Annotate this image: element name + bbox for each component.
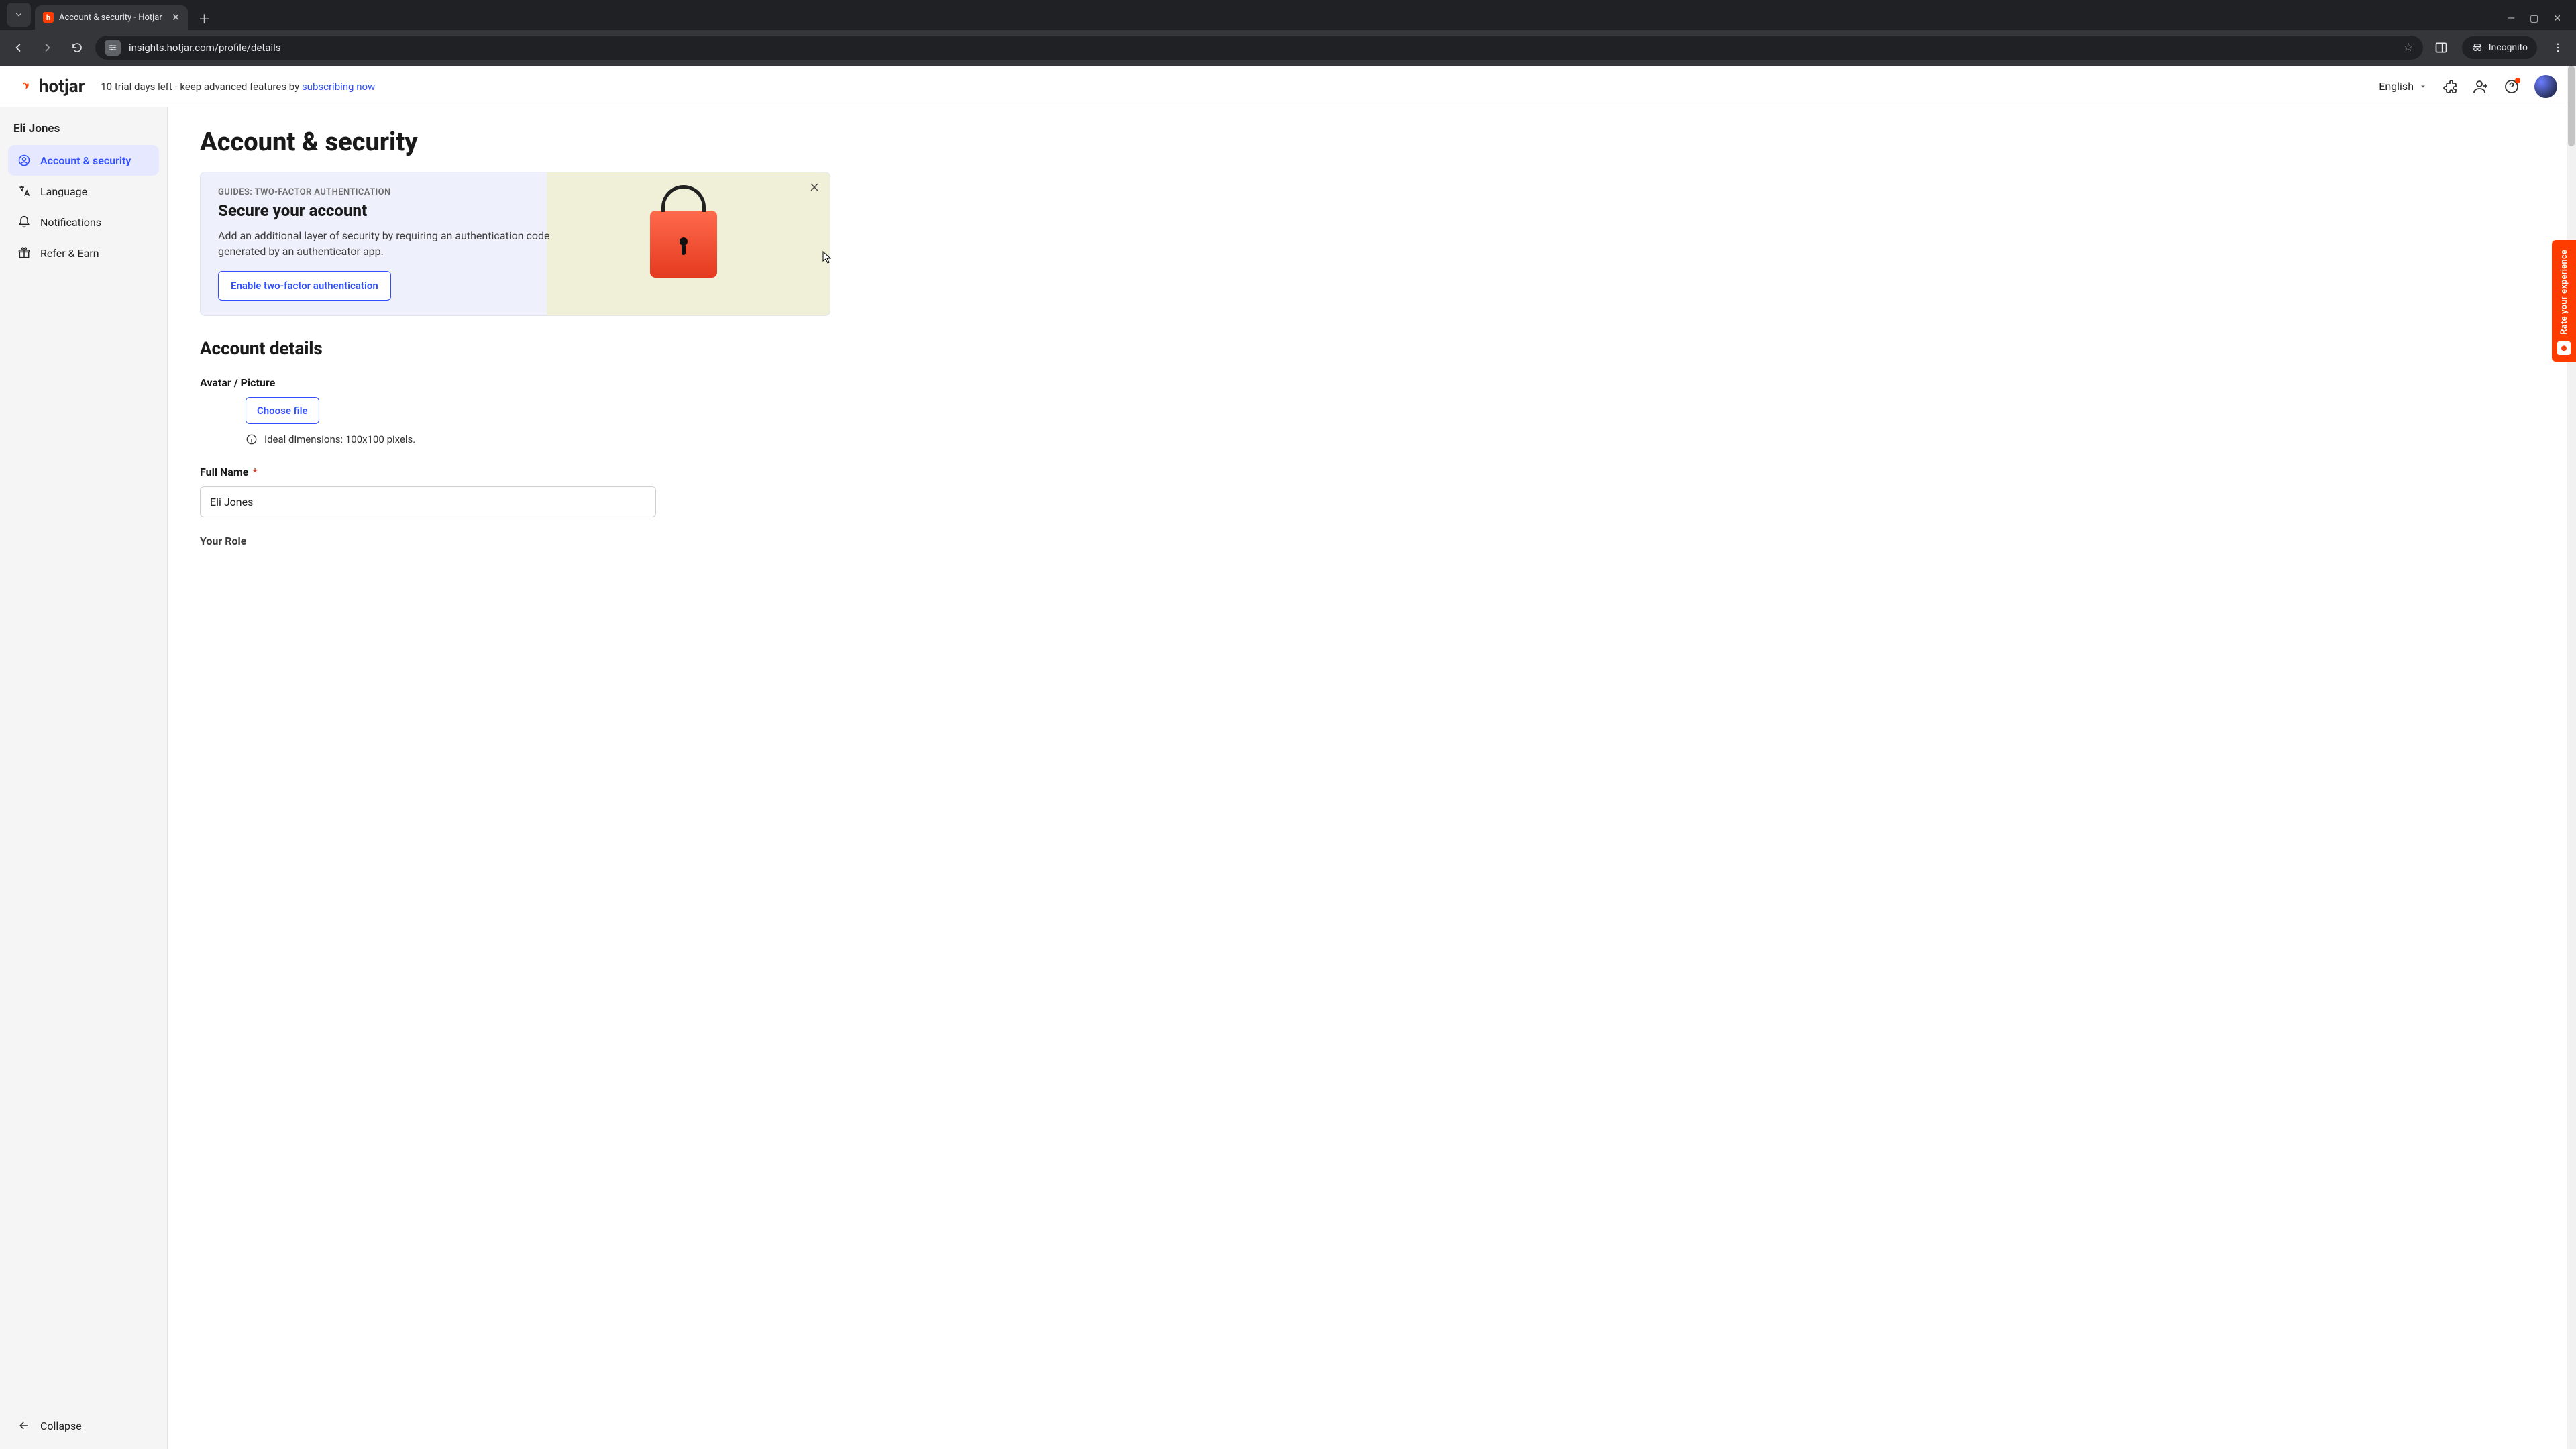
help-button[interactable] (2504, 78, 2520, 95)
browser-menu-button[interactable] (2546, 36, 2569, 59)
avatar-hint-text: Ideal dimensions: 100x100 pixels. (264, 433, 415, 445)
url-text: insights.hotjar.com/profile/details (129, 42, 2395, 54)
language-label: English (2379, 80, 2414, 93)
lock-icon (650, 211, 717, 278)
feedback-label: Rate your experience (2559, 250, 2569, 335)
window-minimize-button[interactable]: ― (2508, 13, 2515, 24)
enable-2fa-button[interactable]: Enable two-factor authentication (218, 271, 391, 301)
promo-close-button[interactable] (808, 180, 820, 197)
two-factor-promo-card: GUIDES: TWO-FACTOR AUTHENTICATION Secure… (200, 172, 830, 316)
window-controls: ― ▢ ✕ (2508, 13, 2571, 30)
panel-icon (2434, 41, 2448, 54)
avatar-hint: Ideal dimensions: 100x100 pixels. (246, 433, 2544, 445)
hotjar-logo[interactable]: hotjar (19, 76, 85, 97)
bookmark-star-button[interactable]: ☆ (2403, 41, 2413, 54)
role-label: Your Role (200, 535, 2544, 547)
tune-icon (108, 43, 117, 52)
arrow-left-icon (11, 41, 25, 54)
page-title: Account & security (200, 127, 2544, 157)
main-content: Account & security GUIDES: TWO-FACTOR AU… (168, 107, 2576, 1449)
flame-icon (19, 79, 34, 94)
new-tab-button[interactable]: ＋ (193, 8, 215, 30)
browser-back-button[interactable] (7, 36, 30, 59)
sidebar-item-account-security[interactable]: Account & security (8, 145, 159, 176)
browser-forward-button[interactable] (36, 36, 59, 59)
sidebar-item-label: Account & security (40, 154, 131, 167)
caret-down-icon (2419, 83, 2427, 91)
incognito-icon (2471, 42, 2483, 54)
sidebar-item-label: Language (40, 185, 87, 198)
trial-prefix: 10 trial days left - keep advanced featu… (101, 80, 302, 93)
hotjar-favicon-icon: h (43, 12, 54, 23)
collapse-icon (17, 1419, 31, 1432)
integrations-button[interactable] (2442, 78, 2458, 95)
avatar-label: Avatar / Picture (200, 376, 2544, 389)
scrollbar-thumb[interactable] (2568, 66, 2575, 146)
close-icon (808, 181, 820, 193)
settings-sidebar: Eli Jones Account & security Language No… (0, 107, 168, 1449)
sidebar-item-label: Refer & Earn (40, 247, 99, 260)
sidebar-item-label: Notifications (40, 216, 101, 229)
browser-tab-strip: h Account & security - Hotjar ✕ ＋ ― ▢ ✕ (0, 0, 2576, 30)
app-viewport: hotjar 10 trial days left - keep advance… (0, 66, 2576, 1449)
side-panel-button[interactable] (2430, 36, 2453, 59)
translate-icon (17, 184, 31, 198)
reload-icon (71, 42, 83, 54)
sidebar-item-refer-earn[interactable]: Refer & Earn (8, 237, 159, 268)
browser-address-bar[interactable]: insights.hotjar.com/profile/details ☆ (95, 36, 2423, 60)
required-asterisk: * (250, 466, 257, 478)
browser-tab[interactable]: h Account & security - Hotjar ✕ (35, 5, 188, 30)
collapse-label: Collapse (40, 1419, 82, 1432)
fullname-input[interactable] (200, 486, 656, 517)
feedback-tab[interactable]: Rate your experience ☻ (2552, 240, 2576, 362)
app-header: hotjar 10 trial days left - keep advance… (0, 66, 2576, 107)
logo-text: hotjar (39, 76, 85, 97)
user-circle-icon (17, 154, 31, 167)
sidebar-item-language[interactable]: Language (8, 176, 159, 207)
choose-file-button[interactable]: Choose file (246, 397, 319, 424)
promo-body: Add an additional layer of security by r… (218, 228, 567, 259)
bell-icon (17, 215, 31, 229)
gift-icon (17, 246, 31, 260)
incognito-label: Incognito (2489, 42, 2528, 53)
tab-search-dropdown[interactable] (7, 3, 31, 27)
sidebar-collapse-button[interactable]: Collapse (8, 1410, 159, 1441)
account-details-heading: Account details (200, 339, 2544, 359)
tab-title: Account & security - Hotjar (59, 13, 162, 23)
window-close-button[interactable]: ✕ (2553, 13, 2561, 24)
trial-banner: 10 trial days left - keep advanced featu… (101, 80, 375, 93)
promo-illustration (583, 187, 784, 301)
invite-user-button[interactable] (2473, 78, 2489, 95)
sidebar-item-notifications[interactable]: Notifications (8, 207, 159, 237)
fullname-label: Full Name * (200, 466, 2544, 478)
fullname-label-text: Full Name (200, 466, 248, 478)
arrow-right-icon (41, 41, 54, 54)
site-info-icon[interactable] (105, 40, 121, 56)
promo-eyebrow: GUIDES: TWO-FACTOR AUTHENTICATION (218, 187, 567, 197)
info-icon (246, 433, 258, 445)
notification-dot-icon (2515, 78, 2520, 83)
puzzle-icon (2442, 78, 2458, 95)
subscribe-link[interactable]: subscribing now (302, 80, 375, 93)
browser-toolbar: insights.hotjar.com/profile/details ☆ In… (0, 30, 2576, 66)
browser-reload-button[interactable] (66, 36, 89, 59)
tab-close-button[interactable]: ✕ (172, 11, 180, 23)
smiley-icon: ☻ (2557, 341, 2571, 355)
promo-heading: Secure your account (218, 201, 567, 220)
user-avatar[interactable] (2534, 75, 2557, 98)
language-picker[interactable]: English (2379, 80, 2427, 93)
incognito-indicator[interactable]: Incognito (2462, 36, 2537, 59)
window-maximize-button[interactable]: ▢ (2530, 13, 2538, 24)
user-plus-icon (2473, 78, 2489, 95)
sidebar-owner-name: Eli Jones (8, 122, 159, 145)
chevron-down-icon (14, 10, 23, 19)
kebab-icon (2552, 42, 2564, 54)
